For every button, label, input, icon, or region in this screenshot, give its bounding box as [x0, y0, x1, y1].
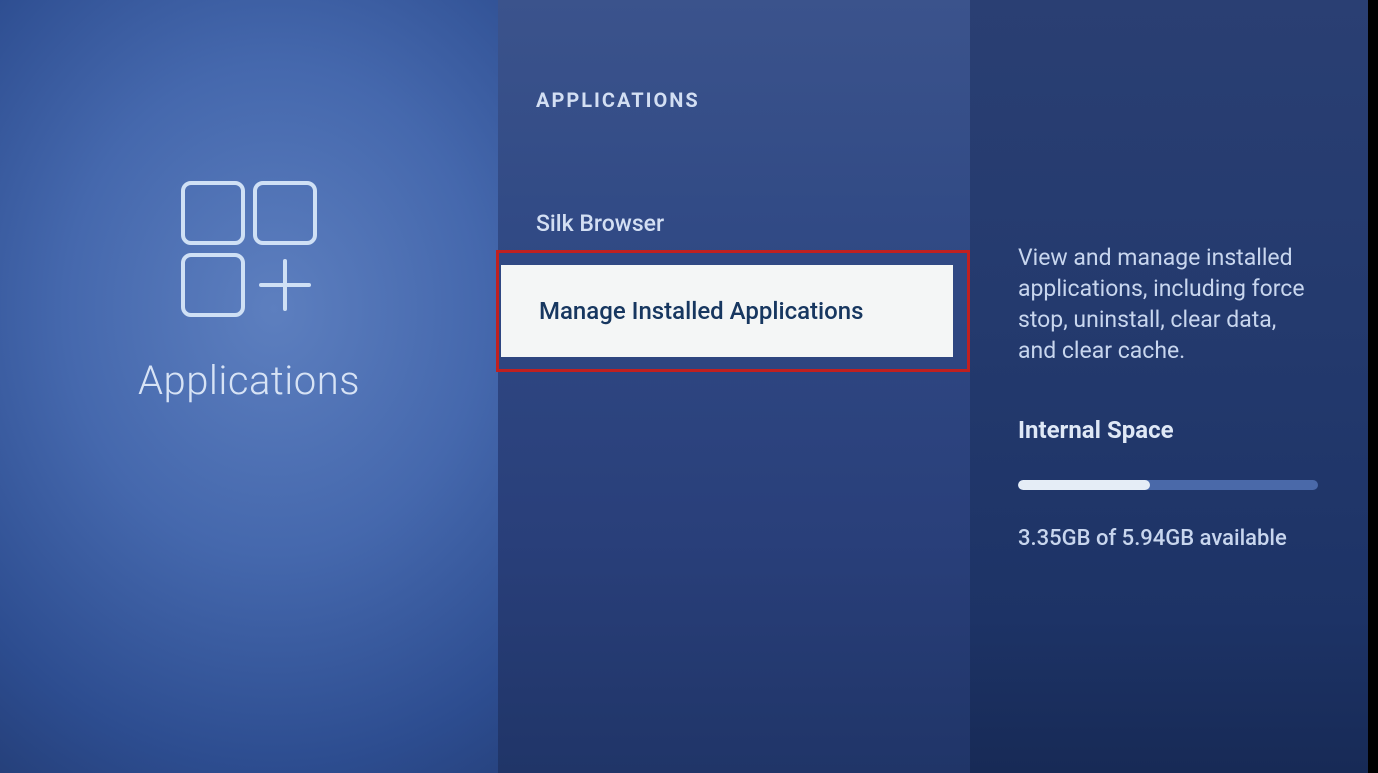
menu-item-label: Manage Installed Applications [539, 297, 864, 325]
menu-item-silk-browser[interactable]: Silk Browser [498, 196, 970, 250]
detail-panel: View and manage installed applications, … [970, 0, 1378, 773]
menu-item-selected-highlight: Manage Installed Applications [501, 265, 953, 357]
storage-progress-fill [1018, 480, 1150, 490]
settings-list-header: APPLICATIONS [498, 88, 970, 112]
category-title: Applications [138, 357, 360, 404]
menu-item-label: Silk Browser [536, 210, 664, 237]
settings-list-panel: APPLICATIONS Silk Browser Manage Install… [498, 0, 970, 773]
internal-space-title: Internal Space [1018, 416, 1320, 444]
detail-description: View and manage installed applications, … [1018, 242, 1320, 366]
applications-icon [179, 179, 319, 319]
storage-available-text: 3.35GB of 5.94GB available [1018, 526, 1320, 551]
category-panel: Applications [0, 0, 498, 773]
menu-item-manage-installed-applications[interactable]: Manage Installed Applications [496, 250, 970, 372]
storage-progress-bar [1018, 480, 1318, 490]
